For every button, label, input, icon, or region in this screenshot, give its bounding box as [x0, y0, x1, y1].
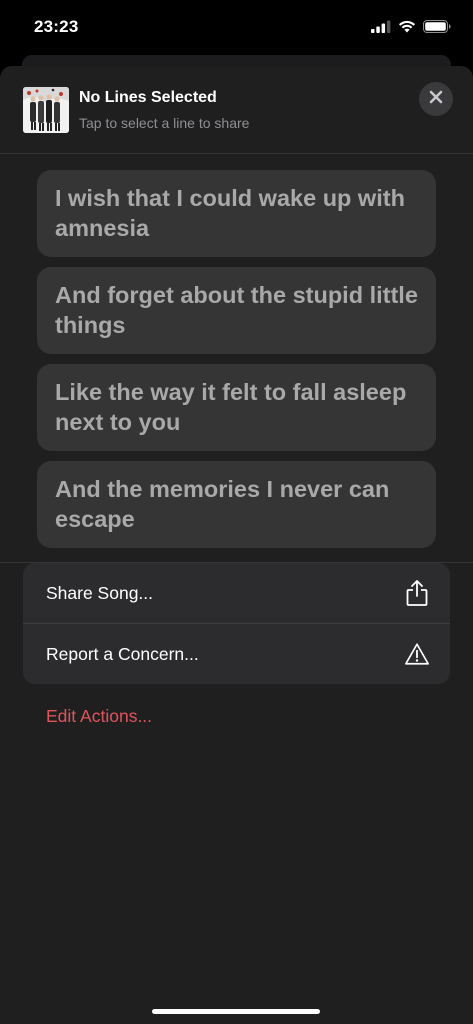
- cellular-signal-icon: [371, 20, 391, 38]
- close-button[interactable]: [419, 82, 453, 116]
- lyric-line[interactable]: And forget about the stupid little thing…: [37, 267, 436, 354]
- edit-actions-link[interactable]: Edit Actions...: [46, 706, 152, 727]
- header-title: No Lines Selected: [79, 89, 217, 106]
- album-art-thumbnail: [23, 87, 69, 133]
- lyric-line[interactable]: I wish that I could wake up with amnesia: [37, 170, 436, 257]
- share-song-button[interactable]: Share Song...: [23, 563, 450, 623]
- sheet-header: No Lines Selected Tap to select a line t…: [0, 66, 473, 154]
- status-bar: 23:23: [0, 0, 473, 56]
- home-indicator[interactable]: [152, 1009, 320, 1014]
- header-subtitle: Tap to select a line to share: [79, 115, 250, 131]
- lyric-text: I wish that I could wake up with amnesia: [55, 185, 405, 241]
- share-icon: [404, 579, 430, 607]
- report-concern-label: Report a Concern...: [46, 643, 199, 664]
- lyric-text: And forget about the stupid little thing…: [55, 282, 418, 338]
- report-concern-button[interactable]: Report a Concern...: [23, 623, 450, 684]
- status-time: 23:23: [34, 17, 79, 36]
- action-menu: Share Song... Report a Concern...: [23, 563, 450, 684]
- share-lyrics-sheet: No Lines Selected Tap to select a line t…: [0, 66, 473, 1024]
- lyric-line[interactable]: And the memories I never can escape: [37, 461, 436, 548]
- lyric-text: Like the way it felt to fall asleep next…: [55, 379, 407, 435]
- battery-icon: [423, 20, 451, 38]
- close-icon: [429, 90, 443, 109]
- lyric-text: And the memories I never can escape: [55, 476, 390, 532]
- lyric-line[interactable]: Like the way it felt to fall asleep next…: [37, 364, 436, 451]
- lyric-list: I wish that I could wake up with amnesia…: [37, 170, 436, 558]
- status-icons: [371, 20, 451, 38]
- warning-icon: [404, 640, 430, 668]
- share-song-label: Share Song...: [46, 582, 154, 603]
- wifi-icon: [398, 20, 416, 38]
